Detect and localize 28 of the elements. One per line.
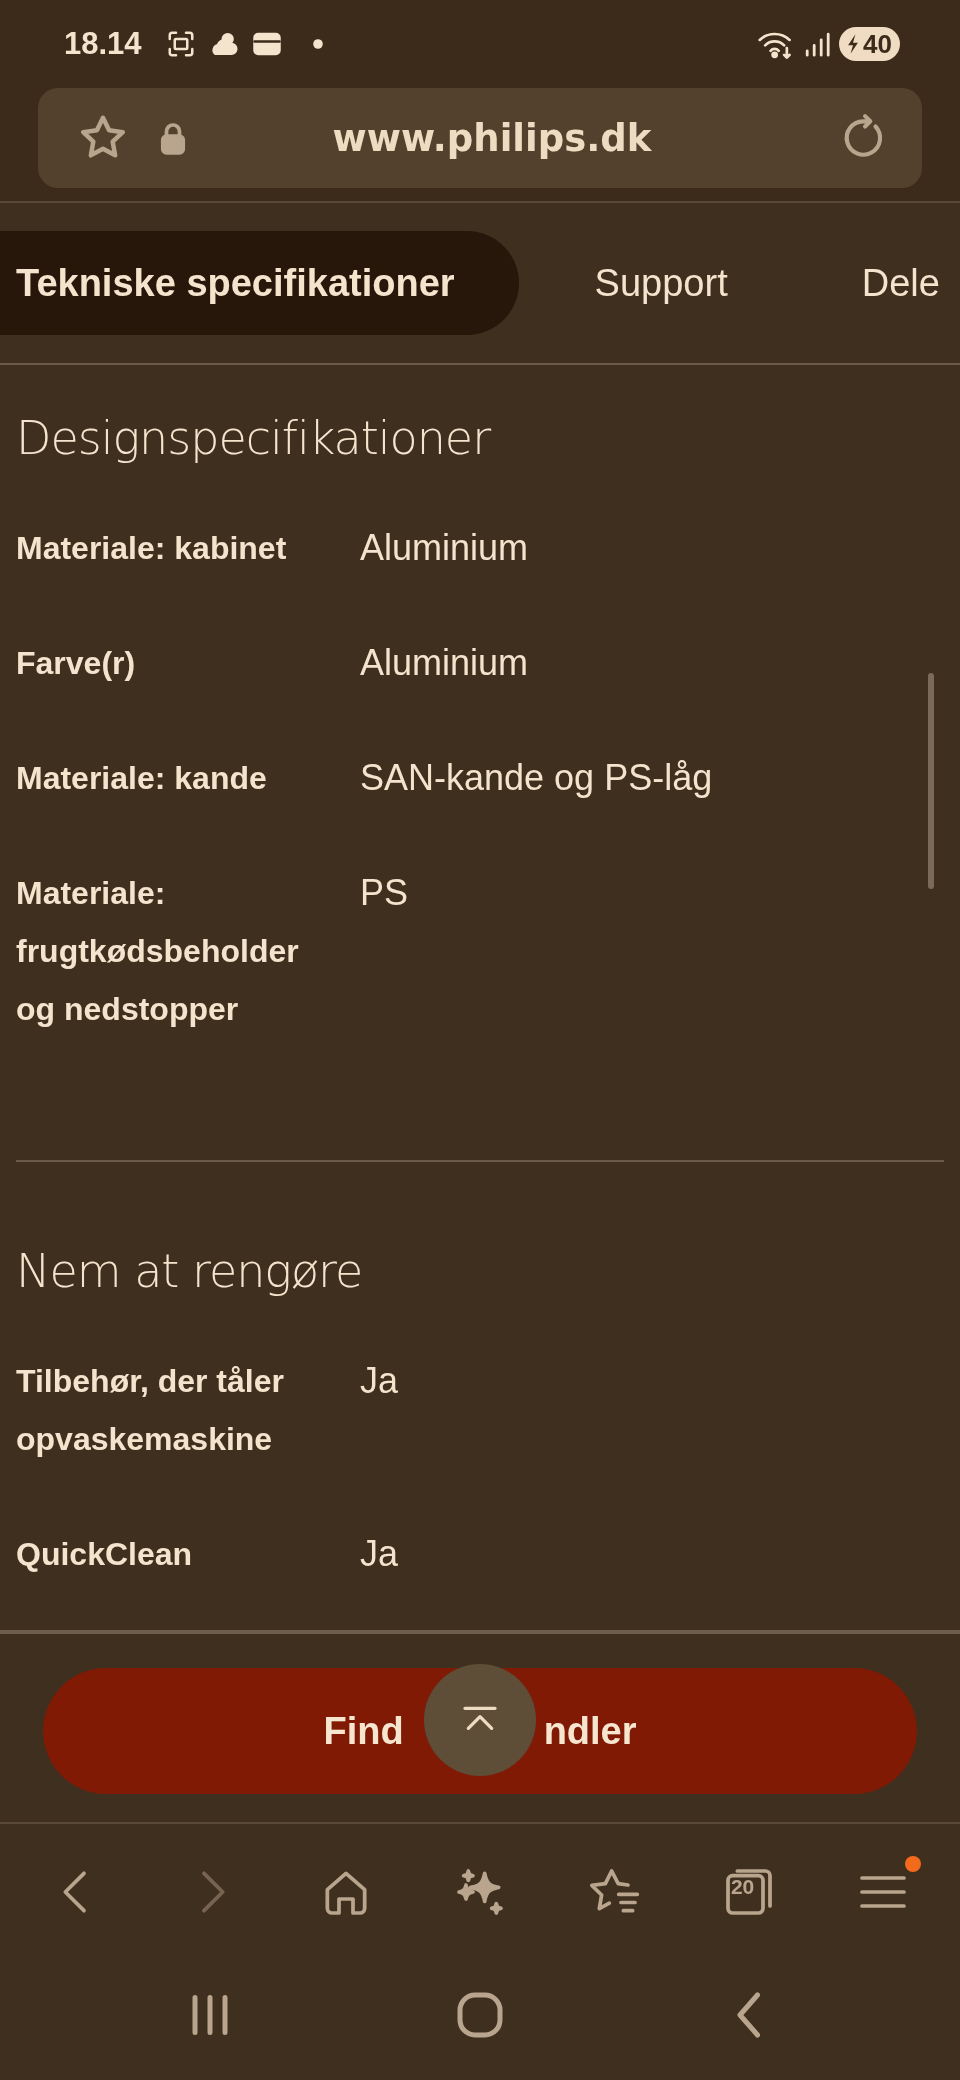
spec-value: Ja [360,1532,400,1576]
section-heading: Designspecifikationer [16,410,492,467]
wallet-icon [251,30,282,58]
tab-count: 20 [729,1875,756,1899]
spec-label: Materiale: kabinet [16,529,288,568]
spec-label: QuickClean [16,1535,194,1574]
spec-label: Materiale: kande [16,759,268,798]
spec-label: Farve(r) [16,644,137,683]
find-dealer-button[interactable]: Find ndler [43,1668,917,1794]
notification-dot-icon [311,38,324,50]
clock-time: 18.14 [64,26,142,62]
tab[interactable]: Tekniske specifikationer [0,231,519,335]
tab[interactable]: Dele [785,231,960,335]
battery-level: 40 [863,28,892,60]
spec-value: Aluminium [360,641,530,685]
spec-value: PS [360,871,410,915]
tab[interactable]: Support [518,231,786,335]
spec-value: Aluminium [360,526,530,570]
spec-value: SAN-kande og PS-låg [360,756,714,800]
spec-label: Materiale: frugtkødsbeholder og nedstopper [16,874,300,1029]
address-bar[interactable]: www.philips.dk [38,88,922,188]
url-text: www.philips.dk [331,116,653,160]
section-heading: Nem at rengøre [16,1243,364,1300]
lock-icon [160,121,186,155]
signal-icon [803,30,832,58]
spec-value: Ja [360,1359,400,1403]
scrollbar[interactable] [928,673,934,889]
spec-label: Tilbehør, der tåler opvaskemaskine [16,1362,285,1459]
